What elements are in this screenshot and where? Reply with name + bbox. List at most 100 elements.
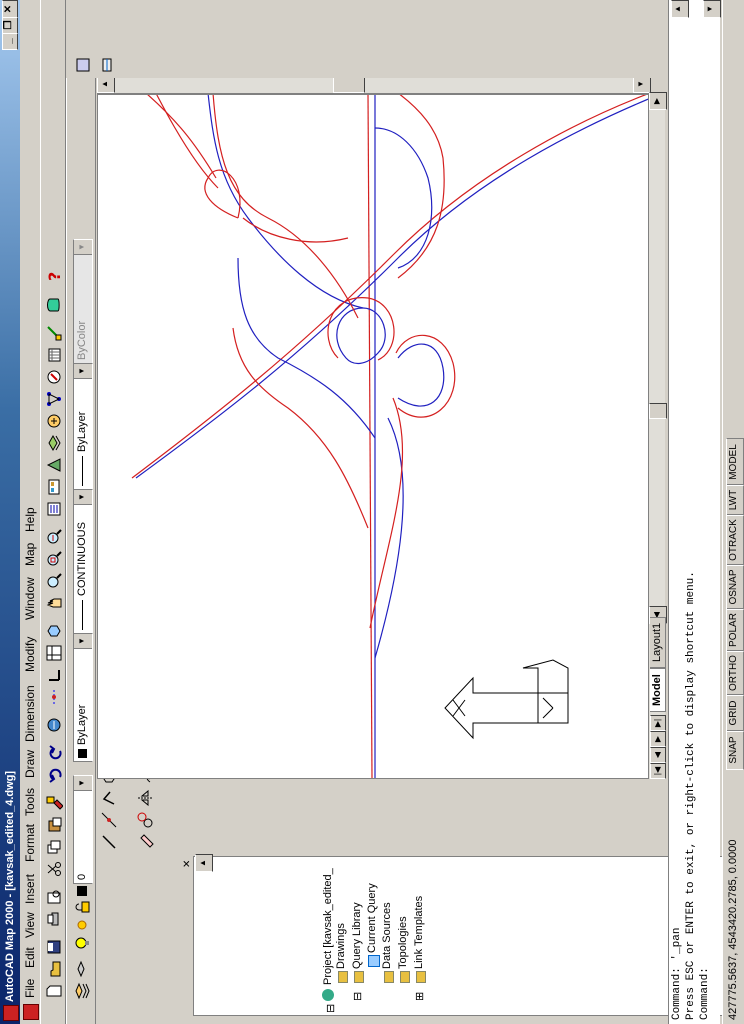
tree-expand-icon[interactable]: ⊟ [324, 1004, 337, 1013]
otrack-toggle[interactable]: OTRACK [726, 514, 744, 566]
layer-manager-icon[interactable] [73, 982, 91, 1000]
properties-icon[interactable] [45, 500, 63, 518]
hook-red-1[interactable] [204, 169, 241, 219]
model-toggle[interactable]: MODEL [726, 438, 744, 486]
color-select[interactable]: ByLayer ▼ [73, 633, 93, 762]
tracking-icon[interactable] [45, 688, 63, 706]
menu-draw[interactable]: Draw [23, 750, 37, 778]
menu-insert[interactable]: Insert [23, 874, 37, 904]
north-ramp-red-2[interactable] [127, 94, 217, 179]
tree-item-drawings[interactable]: Drawings [335, 923, 347, 969]
save-icon[interactable] [45, 938, 63, 956]
scroll-right-button[interactable]: ▶ [649, 92, 667, 110]
map-calendar-icon[interactable] [45, 346, 63, 364]
chevron-down-icon[interactable]: ▼ [74, 634, 92, 649]
tree-expand-icon[interactable]: ⊞ [413, 992, 426, 1001]
menu-tools[interactable]: Tools [23, 788, 37, 816]
undo-icon[interactable] [45, 766, 63, 784]
chevron-down-icon[interactable]: ▼ [74, 364, 92, 379]
erase-icon[interactable] [136, 833, 154, 851]
tree-item-project[interactable]: Project [kavsak_edited_ [322, 868, 334, 985]
ramp-blue-2[interactable] [237, 257, 376, 439]
diagonal-road-red[interactable] [131, 94, 649, 479]
hyperlink-icon[interactable] [45, 716, 63, 734]
map-toolbar-icon-1[interactable] [74, 56, 92, 74]
loop-red-2[interactable] [395, 334, 456, 418]
menu-help[interactable]: Help [23, 507, 37, 532]
help-icon[interactable]: ? [45, 268, 64, 286]
tree-item-query-library[interactable]: Query Library [351, 902, 363, 969]
match-properties-icon[interactable] [45, 794, 64, 812]
print-preview-icon[interactable] [45, 888, 63, 906]
print-icon[interactable] [45, 910, 63, 928]
map-attach-icon[interactable] [45, 412, 63, 430]
named-views-icon[interactable] [45, 644, 63, 662]
command-scroll-up-button[interactable]: ▲ [671, 0, 689, 18]
menu-edit[interactable]: Edit [23, 947, 37, 968]
tree-expand-icon[interactable]: ⊟ [351, 992, 364, 1001]
copy-object-icon[interactable] [136, 811, 154, 829]
linetype-select[interactable]: CONTINUOUS ▼ [73, 489, 93, 634]
chevron-down-icon[interactable]: ▼ [74, 776, 92, 791]
tree-item-link-templates[interactable]: Link Templates [413, 896, 425, 969]
snap-toggle[interactable]: SNAP [726, 730, 744, 770]
lineweight-select[interactable]: ByLayer ▼ [73, 363, 93, 490]
main-road-red[interactable] [367, 94, 373, 779]
map-transform-icon[interactable] [45, 324, 63, 342]
construction-line-icon[interactable] [100, 811, 118, 829]
ramp-blue-3[interactable] [207, 94, 364, 309]
database-icon[interactable] [45, 296, 63, 314]
zoom-realtime-icon[interactable] [45, 572, 63, 590]
menu-modify[interactable]: Modify [23, 637, 37, 672]
document-icon[interactable] [23, 1004, 39, 1020]
layer-previous-icon[interactable] [73, 960, 91, 978]
map-layers-icon[interactable] [45, 434, 63, 452]
map-query-icon[interactable] [45, 456, 63, 474]
north-ramp-red[interactable] [137, 94, 219, 189]
drawing-canvas[interactable] [97, 94, 649, 779]
paste-icon[interactable] [45, 816, 63, 834]
minimize-button[interactable]: _ [2, 32, 18, 50]
map-topology-icon[interactable] [45, 390, 63, 408]
autocad-app-icon[interactable] [3, 1005, 19, 1021]
3d-view-icon[interactable] [45, 622, 63, 640]
tree-item-data-sources[interactable]: Data Sources [381, 902, 393, 969]
zoom-previous-icon[interactable] [45, 528, 63, 546]
line-tool-icon[interactable] [100, 833, 118, 851]
pan-icon[interactable] [45, 594, 63, 612]
loop-blue-1[interactable] [336, 307, 386, 364]
menu-window[interactable]: Window [23, 577, 37, 620]
ortho-toggle[interactable]: ORTHO [726, 650, 744, 696]
command-window[interactable]: Command: '_pan Press ESC or ENTER to exi… [668, 0, 721, 1024]
polyline-icon[interactable] [100, 789, 118, 807]
panel-close-icon[interactable]: ✕ [182, 860, 193, 868]
scroll-thumb[interactable] [649, 403, 667, 419]
plotstyle-select[interactable]: ByColor ▼ [73, 239, 93, 364]
vertical-scrollbar[interactable]: ▲ ▼ [97, 75, 651, 94]
diagonal-road-blue[interactable] [135, 94, 649, 479]
copy-icon[interactable] [45, 838, 63, 856]
layer-select[interactable]: 0 ▼ [73, 775, 93, 884]
menu-file[interactable]: File [23, 979, 37, 998]
lwt-toggle[interactable]: LWT [726, 484, 744, 516]
command-prompt[interactable]: Command: [699, 967, 711, 1020]
chevron-down-icon[interactable]: ▼ [74, 240, 92, 255]
ramp-red-1[interactable] [212, 94, 359, 319]
grid-toggle[interactable]: GRID [726, 694, 744, 732]
tab-model[interactable]: Model [650, 668, 666, 712]
chevron-down-icon[interactable]: ▼ [74, 490, 92, 505]
polar-toggle[interactable]: POLAR [726, 608, 744, 652]
hook-red-2[interactable] [242, 217, 349, 243]
cut-icon[interactable] [45, 860, 63, 878]
close-button[interactable]: ✕ [2, 0, 18, 18]
mirror-icon[interactable] [136, 789, 154, 807]
osnap-toggle[interactable]: OSNAP [726, 564, 744, 610]
loop-blue-2[interactable] [397, 343, 445, 407]
tree-item-current-query[interactable]: Current Query [366, 883, 378, 953]
map-toolbar-icon-2[interactable] [98, 56, 116, 74]
open-folder-icon[interactable] [45, 960, 63, 978]
tree-scroll-up-button[interactable]: ▲ [195, 854, 213, 872]
design-center-icon[interactable] [45, 478, 63, 496]
tab-layout1[interactable]: Layout1 [650, 616, 666, 668]
ucs-toolbar-icon[interactable] [45, 666, 63, 684]
